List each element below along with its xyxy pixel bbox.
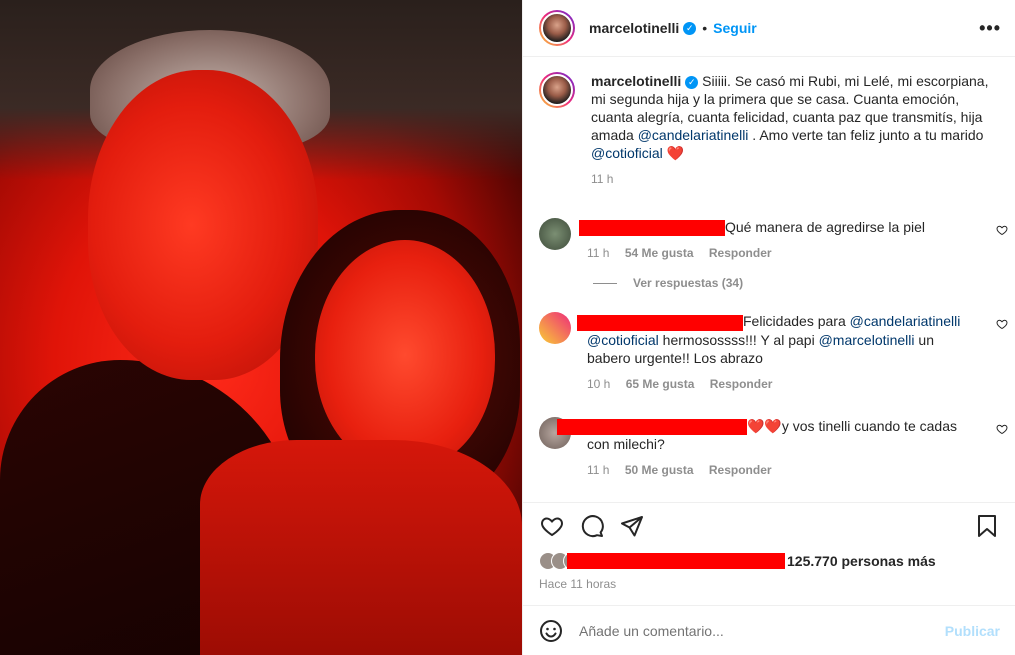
header-separator: • [702, 20, 708, 36]
caption-author-avatar-image [541, 74, 573, 106]
comment-bubble-icon[interactable] [577, 511, 607, 541]
share-paper-plane-icon[interactable] [617, 511, 647, 541]
post-photo[interactable] [0, 0, 522, 655]
comment-like-heart-icon[interactable] [996, 224, 1008, 236]
comment-likes[interactable]: 50 Me gusta [625, 463, 694, 477]
redacted-likers [567, 553, 785, 569]
likes-summary[interactable]: 125.770 personas más [539, 552, 936, 570]
mention-link[interactable]: @candelariatinelli [638, 127, 749, 143]
view-replies-button[interactable]: Ver respuestas (34) [523, 276, 1015, 290]
reply-button[interactable]: Responder [709, 246, 772, 260]
heart-emoji: ❤️❤️ [747, 417, 782, 434]
like-heart-icon[interactable] [537, 511, 567, 541]
mention-link[interactable]: @marcelotinelli [819, 332, 915, 348]
comment-body: Felicidades para @candelariatinelli @cot… [577, 312, 967, 393]
photo-woman-dress [200, 440, 522, 655]
caption-author-avatar[interactable] [539, 72, 575, 108]
redacted-username [579, 220, 725, 237]
post-sidebar: marcelotinelli ✓ • Seguir ••• marcelotin… [522, 0, 1015, 655]
comment-meta: 11 h 50 Me gusta Responder [587, 461, 967, 479]
action-bar [523, 502, 1015, 542]
comment-item: Qué manera de agredirse la piel 11 h 54 … [523, 218, 1015, 262]
caption-text: . Amo verte tan feliz junto a tu marido [748, 127, 984, 143]
follow-button[interactable]: Seguir [713, 20, 757, 36]
comment-body: Qué manera de agredirse la piel 11 h 54 … [579, 218, 967, 262]
commenter-avatar[interactable] [539, 218, 571, 250]
comment-likes[interactable]: 65 Me gusta [626, 377, 695, 391]
caption-body: marcelotinelli ✓ Siiiii. Se casó mi Rubi,… [591, 72, 991, 188]
comment-likes[interactable]: 54 Me gusta [625, 246, 694, 260]
author-username[interactable]: marcelotinelli [589, 20, 679, 36]
comment-text: Qué manera de agredirse la piel [725, 219, 926, 235]
comment-like-heart-icon[interactable] [996, 318, 1008, 330]
verified-badge-icon: ✓ [683, 21, 697, 35]
comments-list[interactable]: marcelotinelli ✓ Siiiii. Se casó mi Rubi,… [523, 58, 1015, 502]
reply-button[interactable]: Responder [709, 463, 772, 477]
reply-button[interactable]: Responder [710, 377, 773, 391]
replies-line [593, 282, 617, 284]
emoji-smiley-icon[interactable] [539, 619, 563, 643]
commenter-avatar[interactable] [539, 312, 571, 345]
author-avatar[interactable] [539, 10, 575, 46]
comment-body: ❤️❤️y vos tinelli cuando te cadas con mi… [557, 417, 967, 479]
mention-link[interactable]: @cotioficial [587, 332, 659, 348]
verified-badge-icon: ✓ [685, 75, 699, 89]
post-caption: marcelotinelli ✓ Siiiii. Se casó mi Rubi,… [523, 58, 1015, 188]
view-replies-label: Ver respuestas (34) [633, 276, 744, 291]
instagram-post: marcelotinelli ✓ • Seguir ••• marcelotin… [0, 0, 1015, 655]
comment-item: ❤️❤️y vos tinelli cuando te cadas con mi… [523, 416, 1015, 479]
comment-timestamp[interactable]: 11 h [587, 463, 609, 477]
comment-text: Felicidades para [743, 313, 850, 330]
comment-input[interactable]: Añade un comentario... [579, 623, 945, 639]
redacted-username [577, 314, 743, 331]
heart-emoji: ❤️ [666, 145, 685, 161]
comment-timestamp[interactable]: 11 h [587, 246, 609, 260]
comment-meta: 11 h 54 Me gusta Responder [587, 244, 967, 262]
comment-like-heart-icon[interactable] [996, 423, 1008, 435]
more-options-icon[interactable]: ••• [979, 18, 1001, 39]
likes-count[interactable]: 125.770 personas más [787, 553, 936, 569]
author-avatar-image [541, 12, 573, 44]
publish-button[interactable]: Publicar [945, 623, 1000, 639]
photo-woman-face [315, 240, 495, 470]
caption-username[interactable]: marcelotinelli [591, 73, 681, 89]
mention-link[interactable]: @cotioficial [591, 145, 663, 161]
redacted-username [557, 418, 747, 435]
post-header: marcelotinelli ✓ • Seguir ••• [523, 0, 1015, 57]
mention-link[interactable]: @candelariatinelli [850, 313, 961, 329]
caption-timestamp[interactable]: 11 h [591, 170, 991, 188]
comment-meta: 10 h 65 Me gusta Responder [587, 375, 967, 393]
save-bookmark-icon[interactable] [972, 511, 1002, 541]
comment-item: Felicidades para @candelariatinelli @cot… [523, 312, 1015, 392]
add-comment-bar: Añade un comentario... Publicar [523, 605, 1015, 655]
post-timestamp[interactable]: Hace 11 horas [539, 577, 616, 591]
comment-text: hermosossss!!! Y al papi [658, 331, 819, 348]
comment-timestamp[interactable]: 10 h [587, 377, 610, 391]
